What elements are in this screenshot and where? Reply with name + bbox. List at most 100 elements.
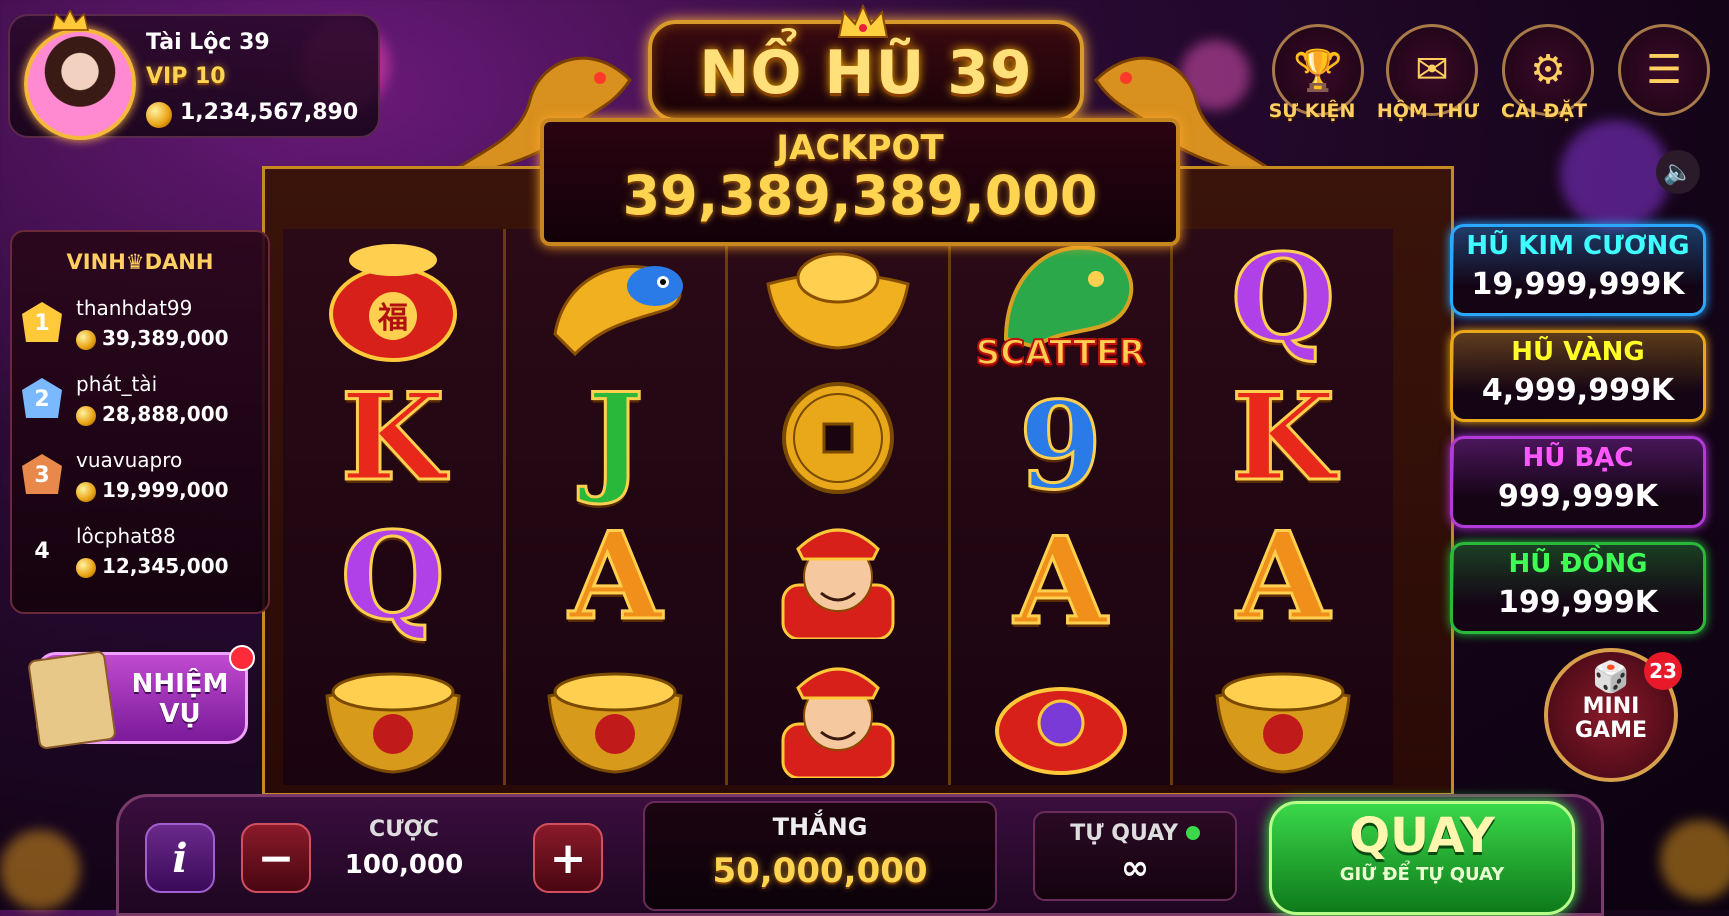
symbol-a: A [567,505,663,647]
mini-game-button[interactable]: 🎲 MINI GAME 23 [1544,648,1682,782]
win-label: THẮNG [772,813,868,841]
player-profile[interactable]: Tài Lộc 39 VIP 10 1,234,567,890 [8,10,380,140]
reel-column: SCATTER 9 A [950,229,1174,785]
game-title: NỔ HŨ 39 [699,38,1033,108]
reel-cell: K [1173,368,1393,507]
jackpot-tier-name: HŨ BẠC [1522,443,1634,473]
reel-cell: A [506,507,726,646]
mini-game-label-1: MINI [1582,694,1640,719]
mini-game-label-2: GAME [1574,718,1647,743]
jackpot-tier-value: 999,999K [1498,479,1658,514]
decrease-bet-button[interactable]: − [241,823,311,893]
crown-icon [51,10,89,31]
leaderboard-amount: 12,345,000 [102,554,229,578]
reel-cell: J [506,368,726,507]
fortune-char: 福 [377,301,408,336]
leaderboard-entry: 3 vuavuapro 19,999,000 [12,440,268,516]
crown-icon: ♛ [125,250,145,274]
auto-spin-count: ∞ [1120,848,1150,888]
sound-toggle[interactable]: 🔈 [1656,150,1700,194]
bet-label: CƯỢC [369,817,439,842]
symbol-9: 9 [1017,375,1103,517]
reel-cell [951,650,1171,785]
info-button[interactable]: i [145,823,215,893]
coin-icon [76,558,96,578]
mission-label-2: VỤ [159,699,201,729]
symbol-a: A [1013,510,1109,652]
jackpot-tier-value: 4,999,999K [1481,373,1675,408]
reel-cell: Q [283,507,503,646]
leaderboard-entry: 2 phát_tài 28,888,000 [12,364,268,440]
menu-icon: ☰ [1646,47,1682,93]
symbol-a: A [1235,505,1331,647]
rank-badge: 2 [22,378,62,418]
leaderboard-name: lôcphat88 [76,524,176,548]
reel-cell: 9 [951,379,1171,514]
reel-cell: 福 [283,229,503,368]
jackpot-tier-name: HŨ KIM CƯƠNG [1466,231,1690,261]
win-value: 50,000,000 [712,851,928,891]
increase-bet-button[interactable]: + [533,823,603,893]
coin-icon [76,482,96,502]
mission-button[interactable]: NHIỆM VỤ [27,645,255,750]
leaderboard-panel: VINH♛DANH 1 thanhdat99 39,389,000 2 phát_tài… [10,230,270,614]
dragon-icon [1003,245,1133,350]
god-of-wealth-icon [781,528,895,639]
jackpot-value: 39,389,389,000 [622,164,1098,227]
gold-pot-icon [547,672,683,774]
events-label: SỰ KIỆN [1268,100,1356,122]
reel-cell: SCATTER [951,229,1171,379]
jackpot-tier-value: 199,999K [1498,585,1658,620]
symbol-q: Q [339,505,447,647]
ancient-coin-icon [781,381,894,494]
auto-spin-label: TỰ QUAY [1070,821,1179,846]
spin-label: QUAY [1349,808,1495,864]
reel-grid: 福 K Q J A SCATTER 9 A Q K A [283,229,1393,785]
spin-sublabel: GIỮ ĐỂ TỰ QUAY [1339,864,1505,885]
reel-cell: A [1173,507,1393,646]
reel-cell [506,646,726,785]
player-name: Tài Lộc 39 [146,30,270,55]
scroll-icon [27,650,117,750]
reel-cell: K [283,368,503,507]
bet-value: 100,000 [344,850,464,880]
jackpot-tier-name: HŨ VÀNG [1511,337,1645,367]
jackpot-label: JACKPOT [776,128,944,168]
jackpot-panel: JACKPOT 39,389,389,000 [540,118,1180,246]
reel-column: QKA [1173,229,1393,785]
win-display: THẮNG 50,000,000 [643,801,997,911]
spin-button[interactable]: QUAY GIỮ ĐỂ TỰ QUAY [1269,801,1575,915]
reel-column: JA [505,229,729,785]
jackpot-tier: HŨ ĐỒNG 199,999K [1450,542,1706,634]
reel-column: 福KQ [283,229,506,785]
bokeh-light [1560,120,1670,230]
leaderboard-name: vuavuapro [76,448,183,472]
jackpot-tier: HŨ KIM CƯƠNG 19,999,999K [1450,224,1706,316]
reel-cell [283,646,503,785]
reel-cell [728,368,948,507]
menu-button[interactable]: ☰ [1618,24,1710,116]
koi-fish-icon [553,264,684,356]
bet-display: CƯỢC 100,000 [311,817,497,895]
crown-icon [837,4,889,38]
gold-ingot-icon [766,252,910,350]
gold-bag-icon [994,687,1127,776]
fortune-bag-icon: 福 [328,243,457,362]
reel-cell [728,507,948,646]
player-balance: 1,234,567,890 [180,100,359,125]
settings-label: CÀI ĐẶT [1501,100,1587,122]
auto-spin-toggle[interactable]: TỰ QUAY ∞ [1033,811,1237,901]
gear-icon: ⚙ [1530,47,1566,93]
reel-cell [728,646,948,785]
symbol-k: K [1230,366,1337,508]
trophy-icon: 🏆 [1293,47,1343,94]
symbol-k: K [339,366,446,508]
reel-frame: 福 K Q J A SCATTER 9 A Q K A [262,166,1454,796]
avatar[interactable] [24,28,136,140]
coin-icon [76,330,96,350]
reel-cell [728,229,948,368]
rank-badge: 3 [22,454,62,494]
reel-cell: A [951,514,1171,649]
reel-cell [506,229,726,368]
scatter-label: SCATTER [975,332,1147,374]
